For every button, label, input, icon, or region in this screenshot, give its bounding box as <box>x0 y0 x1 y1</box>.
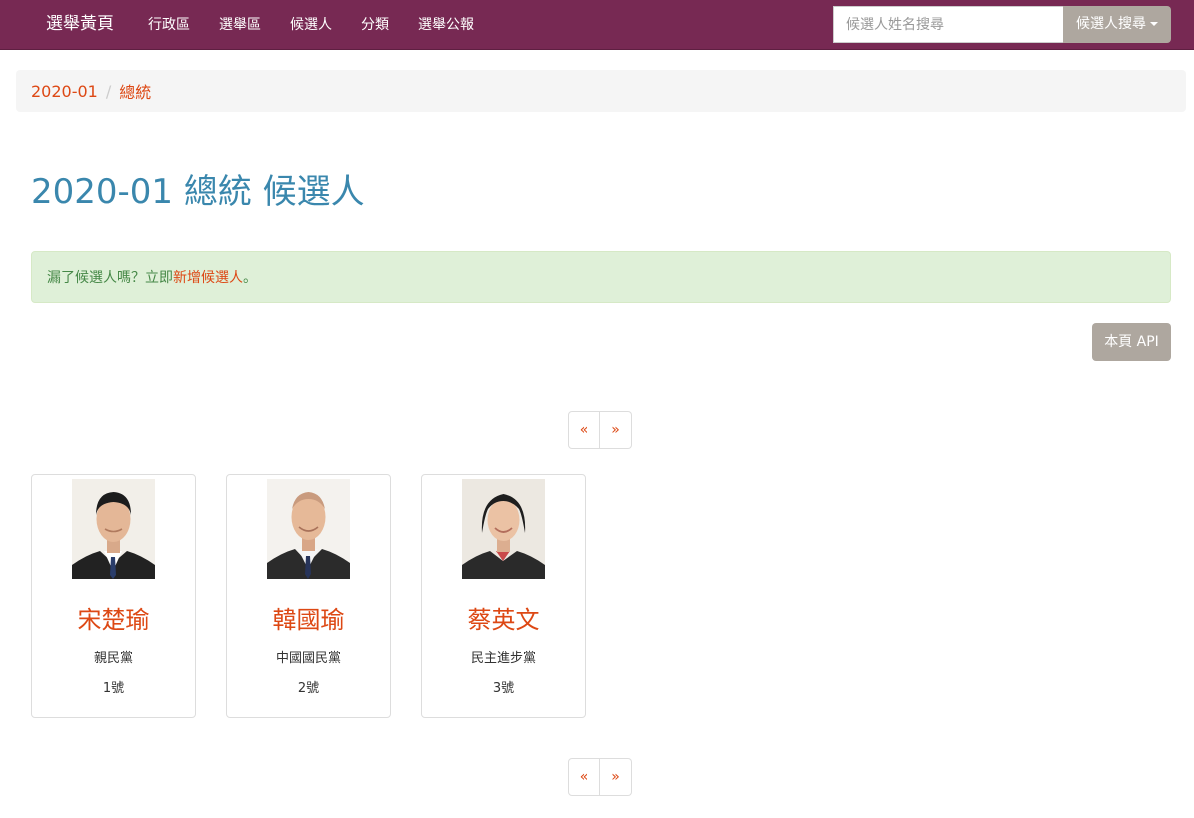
nav-link-districts[interactable]: 行政區 <box>148 16 190 34</box>
candidate-number: 3號 <box>492 681 515 696</box>
candidate-number: 2號 <box>297 681 320 696</box>
candidate-card[interactable]: 韓國瑜 中國國民黨 2號 <box>226 474 391 718</box>
nav-link-categories[interactable]: 分類 <box>361 16 389 34</box>
page-title: 2020-01 總統 候選人 <box>31 172 365 212</box>
candidate-number: 1號 <box>102 681 125 696</box>
pager-next-button[interactable]: » <box>600 411 632 449</box>
candidate-party: 民主進步黨 <box>470 651 536 666</box>
candidate-photo <box>267 479 350 579</box>
candidate-search-input[interactable] <box>833 6 1063 43</box>
candidate-photo <box>462 479 545 579</box>
nav-link-constituencies[interactable]: 選舉區 <box>219 16 261 34</box>
navbar: 選舉黃頁 行政區 選舉區 候選人 分類 選舉公報 候選人搜尋 <box>0 0 1194 50</box>
candidate-card[interactable]: 蔡英文 民主進步黨 3號 <box>421 474 586 718</box>
brand-link[interactable]: 選舉黃頁 <box>46 13 114 35</box>
pager-prev-button[interactable]: « <box>568 411 600 449</box>
candidate-card[interactable]: 宋楚瑜 親民黨 1號 <box>31 474 196 718</box>
candidate-search-button[interactable]: 候選人搜尋 <box>1063 6 1171 43</box>
candidate-name[interactable]: 蔡英文 <box>422 605 585 635</box>
pager-next-button[interactable]: » <box>600 758 632 796</box>
candidate-photo <box>72 479 155 579</box>
breadcrumb-separator: / <box>105 81 112 101</box>
breadcrumb-election[interactable]: 2020-01 <box>31 82 98 101</box>
breadcrumb: 2020-01 / 總統 <box>16 70 1186 112</box>
page-api-button[interactable]: 本頁 API <box>1092 323 1171 361</box>
search-button-label: 候選人搜尋 <box>1076 16 1146 32</box>
alert-suffix: 。 <box>243 270 257 286</box>
candidate-party: 親民黨 <box>93 651 133 666</box>
nav-link-candidates[interactable]: 候選人 <box>290 16 332 34</box>
add-candidate-link[interactable]: 新增候選人 <box>173 267 243 287</box>
caret-down-icon <box>1150 22 1158 26</box>
nav-link-bulletins[interactable]: 選舉公報 <box>418 16 474 34</box>
pager-prev-button[interactable]: « <box>568 758 600 796</box>
alert-text: 漏了候選人嗎？立即 <box>47 270 173 286</box>
candidate-name[interactable]: 韓國瑜 <box>227 605 390 635</box>
candidate-party: 中國國民黨 <box>275 651 341 666</box>
breadcrumb-office[interactable]: 總統 <box>119 79 151 103</box>
pager-bottom: « » <box>568 758 632 796</box>
missing-candidate-alert: 漏了候選人嗎？立即 新增候選人 。 <box>31 251 1171 303</box>
pager-top: « » <box>568 411 632 449</box>
nav-links: 行政區 選舉區 候選人 分類 選舉公報 <box>148 16 503 34</box>
candidate-name[interactable]: 宋楚瑜 <box>32 605 195 635</box>
